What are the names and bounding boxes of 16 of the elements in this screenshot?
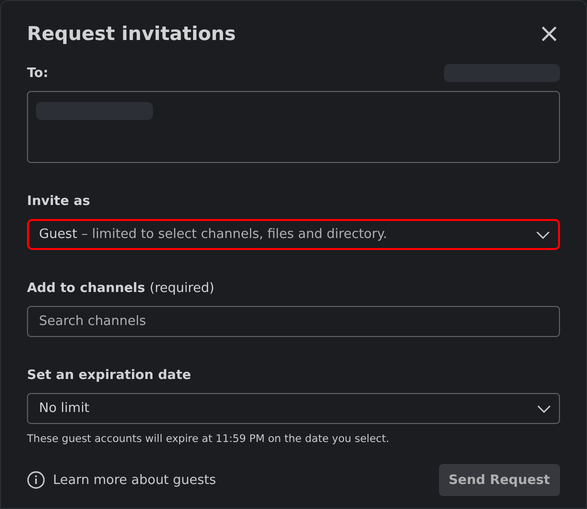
helper-text: These guest accounts will expire at 11:59 PM on the date you select. [27, 433, 390, 445]
recipients-field[interactable] [27, 91, 560, 163]
invite-as-dropdown[interactable]: Guest – limited to select channels, files and directory. [27, 219, 560, 250]
field-label: To: [27, 66, 48, 80]
info-icon [27, 471, 45, 489]
field-label: Add to channels (required) [27, 281, 216, 296]
chevron-down-icon [536, 230, 550, 238]
field-label: Set an expiration date [27, 368, 192, 383]
learn-more-link[interactable]: Learn more about guests [53, 472, 216, 488]
search-channels-field[interactable]: Search channels [27, 306, 560, 337]
expiration-dropdown[interactable]: No limit [27, 393, 560, 424]
dialog-title: Request invitations [27, 23, 236, 45]
chevron-down-icon [537, 404, 551, 412]
close-button[interactable]: × [534, 21, 560, 47]
field-label: Invite as [27, 194, 92, 209]
send-request-button[interactable]: Send Request [438, 464, 560, 496]
